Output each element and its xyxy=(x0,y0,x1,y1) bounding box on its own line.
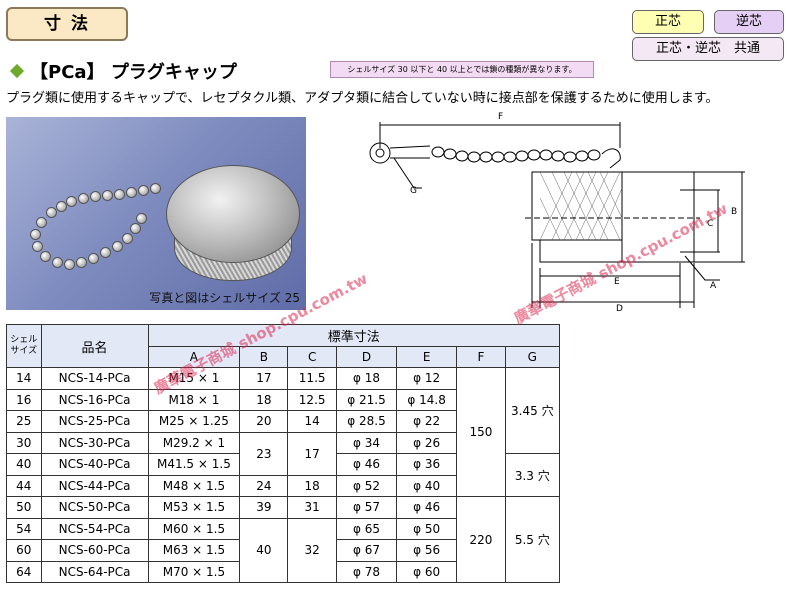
cell-shell: 40 xyxy=(6,453,42,476)
cell-shell: 50 xyxy=(6,496,42,519)
col-header-d: D xyxy=(335,345,398,368)
cell-d: φ 52 xyxy=(335,474,398,497)
col-header-e: E xyxy=(396,345,458,368)
cell-f: 150 xyxy=(456,367,506,497)
cell-a: M60 × 1.5 xyxy=(147,517,241,540)
cell-a: M63 × 1.5 xyxy=(147,539,241,562)
cell-c: 14 xyxy=(287,410,337,433)
cell-a: M25 × 1.25 xyxy=(147,410,241,433)
cell-b: 17 xyxy=(239,367,289,390)
col-header-f: F xyxy=(456,345,506,368)
cell-b: 18 xyxy=(239,388,289,411)
dim-label-d: D xyxy=(616,304,623,313)
cell-name: NCS-16-PCa xyxy=(40,388,149,411)
cell-shell: 54 xyxy=(6,517,42,540)
cell-name: NCS-25-PCa xyxy=(40,410,149,433)
cell-name: NCS-44-PCa xyxy=(40,474,149,497)
col-header-name: 品名 xyxy=(40,324,149,368)
product-photo: 写真と図はシェルサイズ 25 xyxy=(6,117,306,310)
product-description: プラグ類に使用するキャップで、レセプタクル類、アダプタ類に結合していない時に接点… xyxy=(6,91,719,106)
cell-name: NCS-14-PCa xyxy=(40,367,149,390)
photo-caption: 写真と図はシェルサイズ 25 xyxy=(149,291,300,305)
cell-c: 17 xyxy=(287,431,337,476)
cell-name: NCS-30-PCa xyxy=(40,431,149,454)
cell-e: φ 60 xyxy=(396,560,458,583)
cell-d: φ 34 xyxy=(335,431,398,454)
cell-name: NCS-60-PCa xyxy=(40,539,149,562)
cell-e: φ 36 xyxy=(396,453,458,476)
cell-e: φ 14.8 xyxy=(396,388,458,411)
col-header-standard: 標準寸法 xyxy=(147,324,561,347)
dim-label-g: G xyxy=(410,186,417,196)
col-header-c: C xyxy=(287,345,337,368)
cell-shell: 64 xyxy=(6,560,42,583)
cell-shell: 16 xyxy=(6,388,42,411)
cell-shell: 44 xyxy=(6,474,42,497)
cell-e: φ 46 xyxy=(396,496,458,519)
cell-d: φ 78 xyxy=(335,560,398,583)
spec-table: シェル サイズ 品名 標準寸法 A B C D E F G 14 NCS-14-P… xyxy=(6,324,561,583)
cell-g: 3.3 穴 xyxy=(504,453,561,497)
cell-a: M29.2 × 1 xyxy=(147,431,241,454)
cell-b: 39 xyxy=(239,496,289,519)
table-row: 14 NCS-14-PCa M15 × 1 17 11.5 φ 18 φ 12 … xyxy=(6,367,561,497)
cell-shell: 30 xyxy=(6,431,42,454)
cell-e: φ 12 xyxy=(396,367,458,390)
cell-g: 3.45 穴 xyxy=(504,367,561,454)
cell-name: NCS-40-PCa xyxy=(40,453,149,476)
cell-d: φ 65 xyxy=(335,517,398,540)
cell-d: φ 57 xyxy=(335,496,398,519)
cell-a: M70 × 1.5 xyxy=(147,560,241,583)
cell-c: 12.5 xyxy=(287,388,337,411)
cell-b: 24 xyxy=(239,474,289,497)
cell-a: M53 × 1.5 xyxy=(147,496,241,519)
cell-e: φ 26 xyxy=(396,431,458,454)
cell-b: 20 xyxy=(239,410,289,433)
cell-d: φ 18 xyxy=(335,367,398,390)
dim-label-b: B xyxy=(731,207,737,217)
badge-female-contact: 逆芯 xyxy=(714,10,784,34)
dim-label-a: A xyxy=(710,281,717,291)
product-title: 【PCa】 プラグキャップ xyxy=(8,58,237,84)
cell-d: φ 46 xyxy=(335,453,398,476)
cell-shell: 60 xyxy=(6,539,42,562)
cell-shell: 14 xyxy=(6,367,42,390)
cell-c: 18 xyxy=(287,474,337,497)
cell-name: NCS-50-PCa xyxy=(40,496,149,519)
cell-c: 32 xyxy=(287,517,337,583)
chain-note: シェルサイズ 30 以下と 40 以上とでは鎖の種類が異なります。 xyxy=(330,61,594,78)
cell-d: φ 67 xyxy=(335,539,398,562)
cell-a: M48 × 1.5 xyxy=(147,474,241,497)
cell-g: 5.5 穴 xyxy=(504,496,561,583)
cap-top xyxy=(166,165,300,263)
badge-common: 正芯・逆芯 共通 xyxy=(632,37,784,61)
col-header-g: G xyxy=(504,345,561,368)
cell-a: M41.5 × 1.5 xyxy=(147,453,241,476)
cell-e: φ 40 xyxy=(396,474,458,497)
cell-d: φ 21.5 xyxy=(335,388,398,411)
cell-b: 40 xyxy=(239,517,289,583)
cell-c: 11.5 xyxy=(287,367,337,390)
cell-shell: 25 xyxy=(6,410,42,433)
cell-e: φ 56 xyxy=(396,539,458,562)
dim-label-f: F xyxy=(498,112,503,122)
cell-c: 31 xyxy=(287,496,337,519)
cell-name: NCS-54-PCa xyxy=(40,517,149,540)
cell-b: 23 xyxy=(239,431,289,476)
cell-e: φ 50 xyxy=(396,517,458,540)
col-header-shell: シェル サイズ xyxy=(6,324,42,368)
diamond-bullet-icon xyxy=(9,63,25,79)
cell-d: φ 28.5 xyxy=(335,410,398,433)
badge-male-contact: 正芯 xyxy=(632,10,704,34)
product-title-text: 【PCa】 プラグキャップ xyxy=(30,62,237,83)
section-title: 寸 法 xyxy=(6,7,128,41)
cell-e: φ 22 xyxy=(396,410,458,433)
cell-name: NCS-64-PCa xyxy=(40,560,149,583)
dim-label-e: E xyxy=(614,277,620,287)
cell-f: 220 xyxy=(456,496,506,583)
table-row: 50 NCS-50-PCa M53 × 1.5 39 31 φ 57 φ 46 … xyxy=(6,496,561,583)
